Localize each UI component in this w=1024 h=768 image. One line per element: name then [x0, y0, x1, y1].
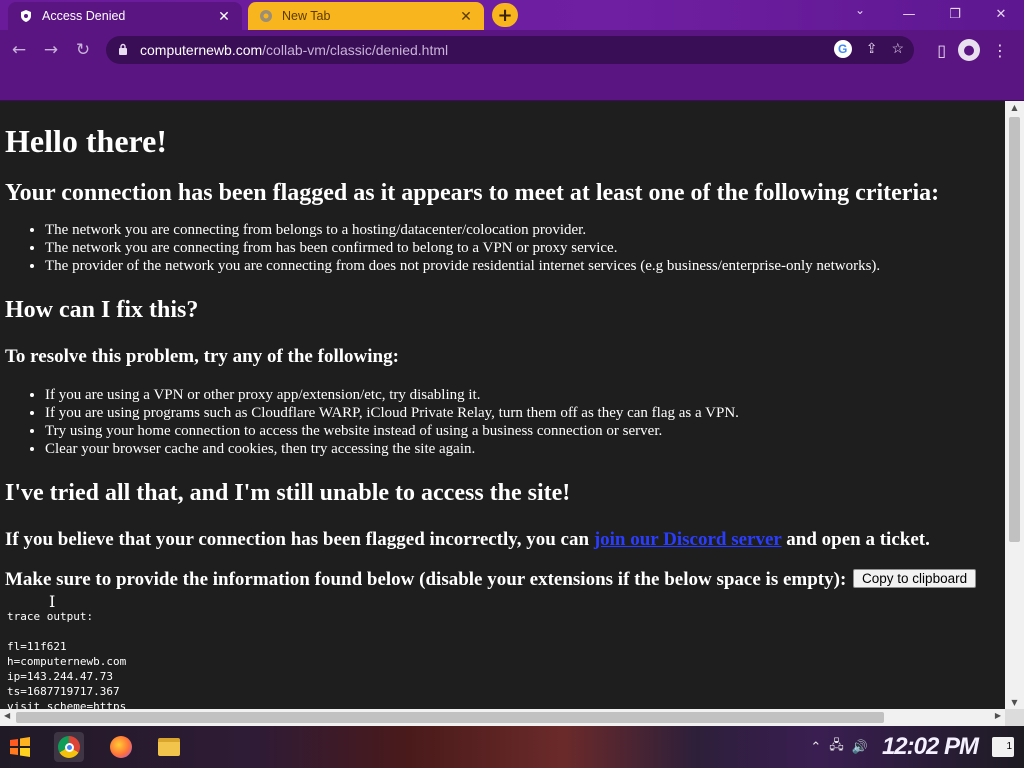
window-close-icon[interactable]: ✕ [978, 7, 1024, 22]
discord-link[interactable]: join our Discord server [594, 529, 782, 550]
toolbar-right: ▯ ● ⋮ [937, 36, 1024, 64]
folder-icon [158, 738, 180, 756]
scroll-left-icon[interactable]: ◀ [4, 711, 10, 720]
provide-info-paragraph: Make sure to provide the information fou… [5, 569, 1000, 591]
tab-search-chevron-icon[interactable]: ⌄ [850, 3, 870, 17]
horizontal-scroll-thumb[interactable] [16, 712, 884, 723]
start-button-icon[interactable] [4, 730, 36, 764]
trace-title: trace output: [7, 610, 94, 623]
copy-to-clipboard-button[interactable]: Copy to clipboard [853, 569, 977, 588]
new-tab-button[interactable]: + [492, 3, 518, 27]
taskbar-clock[interactable]: 12:02 PM [882, 733, 979, 761]
tried-heading: I've tried all that, and I'm still unabl… [5, 480, 571, 506]
trace-output: trace output: fl=11f621 h=computernewb.c… [5, 609, 1000, 709]
google-lens-icon[interactable]: G [833, 40, 852, 58]
list-item: If you are using a VPN or other proxy ap… [45, 386, 1000, 404]
close-tab-icon[interactable]: ✕ [458, 8, 474, 25]
text-cursor-icon: I [49, 592, 56, 611]
reload-icon[interactable]: ↻ [72, 39, 94, 61]
restore-icon[interactable]: ❐ [932, 7, 978, 22]
page-viewport: Hello there! Your connection has been fl… [0, 101, 1005, 709]
discord-paragraph: If you believe that your connection has … [5, 529, 1000, 551]
lock-icon[interactable] [118, 43, 130, 58]
bookmark-star-icon[interactable]: ☆ [891, 40, 904, 58]
vertical-scrollbar[interactable]: ▲ ▼ [1005, 101, 1024, 709]
address-bar[interactable]: computernewb.com /collab-vm/classic/deni… [106, 36, 914, 64]
scroll-down-icon[interactable]: ▼ [1005, 698, 1024, 707]
system-tray: ⌃ 🖧 🔊 12:02 PM 1 [810, 726, 1024, 768]
horizontal-scrollbar[interactable]: ◀ ▶ [0, 709, 1005, 726]
close-tab-icon[interactable]: ✕ [216, 8, 232, 25]
trace-line: h=computernewb.com [7, 655, 127, 668]
flagged-heading: Your connection has been flagged as it a… [5, 180, 940, 206]
list-item: If you are using programs such as Cloudf… [45, 404, 1000, 422]
tab-new-tab[interactable]: New Tab ✕ [248, 2, 484, 30]
chrome-icon [58, 736, 80, 758]
minimize-icon[interactable]: — [886, 7, 932, 22]
share-icon[interactable]: ⇪ [866, 40, 878, 58]
list-item: The network you are connecting from belo… [45, 221, 1000, 239]
tab-title: New Tab [282, 9, 331, 23]
side-panel-icon[interactable]: ▯ [937, 41, 946, 60]
list-item: Try using your home connection to access… [45, 422, 1000, 440]
url-path: /collab-vm/classic/denied.html [262, 42, 449, 58]
taskbar: ⌃ 🖧 🔊 12:02 PM 1 [0, 726, 1024, 768]
taskbar-file-explorer[interactable] [154, 732, 184, 762]
list-item: The provider of the network you are conn… [45, 257, 1000, 275]
tray-chevron-icon[interactable]: ⌃ [810, 739, 821, 755]
trace-line: ts=1687719717.367 [7, 685, 120, 698]
discord-text-after: and open a ticket. [781, 529, 930, 550]
provide-info-text: Make sure to provide the information fou… [5, 569, 847, 590]
criteria-list: The network you are connecting from belo… [45, 221, 1000, 275]
back-arrow-icon[interactable]: ← [8, 39, 30, 61]
taskbar-chrome[interactable] [54, 732, 84, 762]
list-item: The network you are connecting from has … [45, 239, 1000, 257]
network-icon[interactable]: 🖧 [829, 736, 844, 758]
scroll-up-icon[interactable]: ▲ [1005, 103, 1024, 112]
fix-heading: How can I fix this? [5, 297, 199, 323]
window-controls: — ❐ ✕ [886, 0, 1024, 28]
trace-line: visit_scheme=https [7, 700, 127, 709]
trace-line: fl=11f621 [7, 640, 67, 653]
forward-arrow-icon[interactable]: → [40, 39, 62, 61]
profile-avatar-icon[interactable]: ● [958, 39, 980, 61]
shield-icon [18, 8, 34, 24]
firefox-icon [110, 736, 132, 758]
chrome-icon [258, 8, 274, 24]
url-host: computernewb.com [140, 42, 263, 58]
bookmark-bar [0, 70, 1024, 101]
taskbar-firefox[interactable] [106, 732, 136, 762]
volume-icon[interactable]: 🔊 [852, 739, 868, 755]
tab-title: Access Denied [42, 9, 126, 23]
resolve-heading: To resolve this problem, try any of the … [5, 346, 399, 367]
more-menu-icon[interactable]: ⋮ [992, 41, 1008, 60]
vertical-scroll-thumb[interactable] [1009, 117, 1020, 542]
address-bar-actions: G ⇪ ☆ [833, 40, 904, 58]
scroll-right-icon[interactable]: ▶ [995, 711, 1001, 720]
fixes-list: If you are using a VPN or other proxy ap… [45, 386, 1000, 458]
discord-text-before: If you believe that your connection has … [5, 529, 594, 550]
trace-line: ip=143.244.47.73 [7, 670, 113, 683]
notification-icon[interactable]: 1 [992, 737, 1014, 757]
list-item: Clear your browser cache and cookies, th… [45, 440, 1000, 458]
tab-strip: Access Denied ✕ New Tab ✕ + ⌄ — ❐ ✕ [0, 0, 1024, 30]
scroll-corner [1005, 709, 1024, 726]
tab-access-denied[interactable]: Access Denied ✕ [8, 2, 242, 30]
page-title: Hello there! [5, 123, 168, 159]
